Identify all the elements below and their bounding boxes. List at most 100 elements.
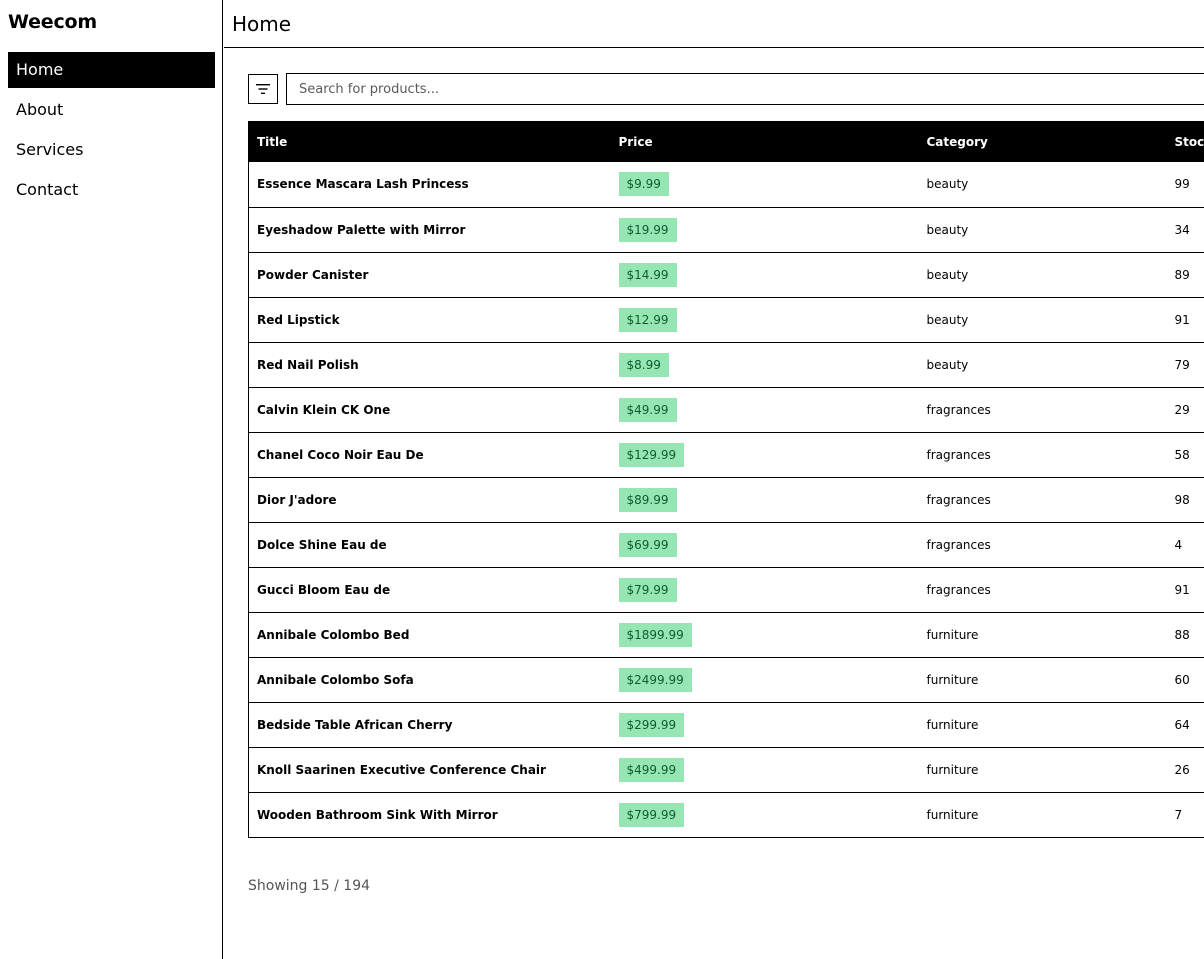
product-title-cell: Eyeshadow Palette with Mirror xyxy=(248,207,611,253)
product-category-cell: beauty xyxy=(918,162,1167,208)
product-price-cell: $79.99 xyxy=(610,567,919,613)
product-stock-cell: 64 xyxy=(1166,702,1204,748)
filter-button[interactable] xyxy=(248,74,278,104)
table-row[interactable]: Eyeshadow Palette with Mirror $19.99 beaut… xyxy=(248,207,1204,253)
search-input[interactable] xyxy=(286,73,1204,105)
product-title-cell: Chanel Coco Noir Eau De xyxy=(248,432,611,478)
column-header-stock[interactable]: Stock xyxy=(1166,121,1204,162)
product-title-cell: Annibale Colombo Sofa xyxy=(248,657,611,703)
product-category-cell: furniture xyxy=(918,657,1167,703)
product-title-cell: Annibale Colombo Bed xyxy=(248,612,611,658)
price-badge: $89.99 xyxy=(618,487,677,512)
sidebar-item-services[interactable]: Services xyxy=(8,132,215,168)
table-row[interactable]: Annibale Colombo Bed $1899.99 furniture 88 xyxy=(248,612,1204,658)
table-row[interactable]: Bedside Table African Cherry $299.99 furni… xyxy=(248,702,1204,748)
price-badge: $499.99 xyxy=(618,757,685,782)
product-category-cell: furniture xyxy=(918,747,1167,793)
table-row[interactable]: Red Nail Polish $8.99 beauty 79 xyxy=(248,342,1204,388)
product-price-cell: $12.99 xyxy=(610,297,919,343)
app-root: Weecom Home About Services Contact Home xyxy=(0,0,1204,959)
product-price-cell: $14.99 xyxy=(610,252,919,298)
column-header-price[interactable]: Price xyxy=(610,121,919,162)
top-bar: Home xyxy=(224,0,1204,48)
product-stock-cell: 60 xyxy=(1166,657,1204,703)
product-stock-cell: 99 xyxy=(1166,162,1204,208)
product-stock-cell: 29 xyxy=(1166,387,1204,433)
sidebar: Weecom Home About Services Contact xyxy=(0,0,223,959)
product-category-cell: beauty xyxy=(918,297,1167,343)
product-category-cell: fragrances xyxy=(918,387,1167,433)
sidebar-item-home[interactable]: Home xyxy=(8,52,215,88)
table-header-row: Title Price Category Stock xyxy=(248,121,1204,162)
product-category-cell: furniture xyxy=(918,792,1167,838)
product-stock-cell: 26 xyxy=(1166,747,1204,793)
sidebar-nav: Home About Services Contact xyxy=(8,52,215,212)
column-header-category[interactable]: Category xyxy=(918,121,1167,162)
product-price-cell: $89.99 xyxy=(610,477,919,523)
product-title-cell: Wooden Bathroom Sink With Mirror xyxy=(248,792,611,838)
price-badge: $79.99 xyxy=(618,577,677,602)
product-category-cell: beauty xyxy=(918,252,1167,298)
filter-icon xyxy=(256,84,270,94)
brand-logo[interactable]: Weecom xyxy=(8,11,97,33)
product-title-cell: Gucci Bloom Eau de xyxy=(248,567,611,613)
price-badge: $2499.99 xyxy=(618,667,692,692)
product-price-cell: $129.99 xyxy=(610,432,919,478)
product-title-cell: Knoll Saarinen Executive Conference Chai… xyxy=(248,747,611,793)
product-price-cell: $49.99 xyxy=(610,387,919,433)
product-stock-cell: 4 xyxy=(1166,522,1204,568)
product-price-cell: $9.99 xyxy=(610,162,919,208)
product-price-cell: $69.99 xyxy=(610,522,919,568)
table-row[interactable]: Knoll Saarinen Executive Conference Chai… xyxy=(248,747,1204,793)
product-title-cell: Red Lipstick xyxy=(248,297,611,343)
sidebar-item-about[interactable]: About xyxy=(8,92,215,128)
product-stock-cell: 89 xyxy=(1166,252,1204,298)
table-row[interactable]: Wooden Bathroom Sink With Mirror $799.99 f… xyxy=(248,792,1204,838)
table-row[interactable]: Chanel Coco Noir Eau De $129.99 fragrances… xyxy=(248,432,1204,478)
products-table-wrapper: Title Price Category Stock Essence Masca… xyxy=(248,121,1204,838)
table-body: Essence Mascara Lash Princess $9.99 beauty… xyxy=(248,162,1204,838)
sidebar-item-contact[interactable]: Contact xyxy=(8,172,215,208)
table-row[interactable]: Powder Canister $14.99 beauty 89 xyxy=(248,252,1204,298)
table-row[interactable]: Annibale Colombo Sofa $2499.99 furniture 60 xyxy=(248,657,1204,703)
column-header-title[interactable]: Title xyxy=(248,121,611,162)
product-title-cell: Powder Canister xyxy=(248,252,611,298)
product-category-cell: fragrances xyxy=(918,477,1167,523)
product-stock-cell: 98 xyxy=(1166,477,1204,523)
main-content: Home Title Price xyxy=(224,0,1204,959)
price-badge: $49.99 xyxy=(618,397,677,422)
product-category-cell: fragrances xyxy=(918,567,1167,613)
price-badge: $129.99 xyxy=(618,442,685,467)
table-row[interactable]: Gucci Bloom Eau de $79.99 fragrances 91 xyxy=(248,567,1204,613)
product-title-cell: Essence Mascara Lash Princess xyxy=(248,162,611,208)
product-price-cell: $19.99 xyxy=(610,207,919,253)
price-badge: $19.99 xyxy=(618,217,677,242)
page-title: Home xyxy=(232,12,292,36)
table-row[interactable]: Dior J'adore $89.99 fragrances 98 xyxy=(248,477,1204,523)
price-badge: $8.99 xyxy=(618,352,669,377)
product-stock-cell: 34 xyxy=(1166,207,1204,253)
product-title-cell: Dior J'adore xyxy=(248,477,611,523)
product-title-cell: Calvin Klein CK One xyxy=(248,387,611,433)
products-table: Title Price Category Stock Essence Masca… xyxy=(248,121,1204,838)
product-price-cell: $1899.99 xyxy=(610,612,919,658)
product-category-cell: beauty xyxy=(918,342,1167,388)
product-stock-cell: 91 xyxy=(1166,297,1204,343)
price-badge: $9.99 xyxy=(618,172,669,197)
product-stock-cell: 58 xyxy=(1166,432,1204,478)
product-category-cell: fragrances xyxy=(918,432,1167,478)
table-row[interactable]: Calvin Klein CK One $49.99 fragrances 29 xyxy=(248,387,1204,433)
table-row[interactable]: Essence Mascara Lash Princess $9.99 beauty… xyxy=(248,162,1204,208)
product-stock-cell: 79 xyxy=(1166,342,1204,388)
price-badge: $1899.99 xyxy=(618,622,692,647)
results-count: Showing 15 / 194 xyxy=(248,878,371,894)
product-price-cell: $799.99 xyxy=(610,792,919,838)
price-badge: $799.99 xyxy=(618,802,685,827)
product-stock-cell: 7 xyxy=(1166,792,1204,838)
product-stock-cell: 91 xyxy=(1166,567,1204,613)
table-row[interactable]: Red Lipstick $12.99 beauty 91 xyxy=(248,297,1204,343)
table-row[interactable]: Dolce Shine Eau de $69.99 fragrances 4 xyxy=(248,522,1204,568)
product-category-cell: beauty xyxy=(918,207,1167,253)
product-price-cell: $299.99 xyxy=(610,702,919,748)
product-category-cell: furniture xyxy=(918,702,1167,748)
